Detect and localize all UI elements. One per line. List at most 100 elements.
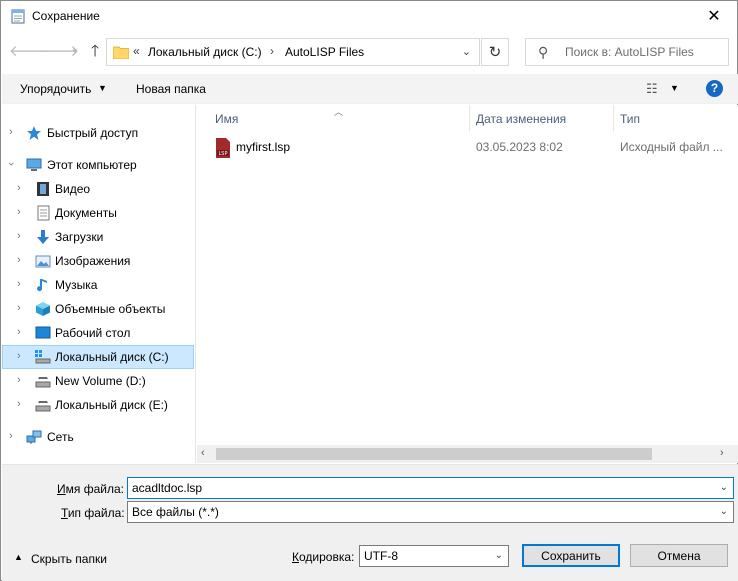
- save-dialog: Сохранение ✕ 🡐 🡒 ▾ 🡑 « Локальный диск (C…: [0, 0, 738, 581]
- network-icon: [26, 430, 42, 444]
- file-row[interactable]: LSP myfirst.lsp 03.05.2023 8:02 Исходный…: [211, 137, 731, 159]
- hide-folders-button[interactable]: Скрыть папки: [31, 552, 107, 566]
- expand-chevron-icon[interactable]: ›: [9, 430, 13, 442]
- 3d-objects-icon: [36, 302, 50, 316]
- chevron-down-icon[interactable]: ⌄: [720, 506, 728, 517]
- organize-button[interactable]: Упорядочить: [20, 82, 91, 96]
- chevron-down-icon[interactable]: ⌄: [495, 550, 503, 561]
- nav-item-label: Видео: [55, 182, 91, 196]
- expand-chevron-icon[interactable]: ›: [17, 254, 21, 266]
- documents-icon: [37, 205, 50, 221]
- column-header-name[interactable]: Имя: [215, 112, 238, 126]
- nav-item-music[interactable]: › Музыка: [2, 273, 194, 297]
- refresh-icon: ↻: [488, 44, 502, 61]
- expand-chevron-icon[interactable]: ›: [17, 230, 21, 242]
- filename-label: Имя файла:: [57, 482, 124, 496]
- refresh-button[interactable]: ↻: [481, 38, 509, 66]
- nav-item-this-pc[interactable]: › Этот компьютер: [2, 153, 194, 177]
- nav-item-label: New Volume (D:): [55, 374, 146, 388]
- filename-input[interactable]: acadltdoc.lsp ⌄: [127, 477, 734, 499]
- encoding-select[interactable]: UTF-8 ⌄: [359, 545, 509, 567]
- nav-item-pictures[interactable]: › Изображения: [2, 249, 194, 273]
- scrollbar-thumb[interactable]: [216, 448, 652, 460]
- nav-item-quick-access[interactable]: › Быстрый доступ: [2, 121, 194, 145]
- address-overflow-chevron[interactable]: «: [133, 44, 140, 58]
- address-bar[interactable]: « Локальный диск (C:) › AutoLISP Files ⌄: [106, 38, 480, 66]
- file-name: myfirst.lsp: [236, 140, 290, 154]
- expand-chevron-icon[interactable]: ›: [17, 182, 21, 194]
- nav-item-label: Сеть: [47, 430, 74, 444]
- chevron-up-icon[interactable]: ▲: [14, 552, 23, 562]
- scroll-right-icon[interactable]: ›: [720, 447, 724, 459]
- nav-item-desktop[interactable]: › Рабочий стол: [2, 321, 194, 345]
- search-input[interactable]: ⚲ Поиск в: AutoLISP Files: [525, 38, 729, 66]
- file-list: ︿ Имя Дата изменения Тип LSP myfirst.lsp…: [197, 105, 738, 463]
- expand-chevron-icon[interactable]: ›: [17, 398, 21, 410]
- cancel-button[interactable]: Отмена: [630, 544, 728, 567]
- drive-icon: [35, 401, 51, 412]
- nav-item-label: Локальный диск (C:): [55, 350, 169, 364]
- recent-locations-button[interactable]: ▾: [65, 46, 85, 57]
- encoding-value: UTF-8: [364, 549, 398, 563]
- column-divider[interactable]: [613, 105, 614, 131]
- nav-item-label: Быстрый доступ: [47, 126, 139, 140]
- drive-icon: [35, 377, 51, 388]
- view-options-chevron-icon[interactable]: ▼: [670, 83, 679, 93]
- breadcrumb-drive[interactable]: Локальный диск (C:): [148, 45, 262, 59]
- column-header-type[interactable]: Тип: [620, 112, 640, 126]
- filetype-label: Тип файла:: [61, 506, 125, 520]
- lsp-file-icon-text: LSP: [219, 151, 228, 157]
- music-icon: [37, 279, 47, 292]
- nav-item-drive-d[interactable]: › New Volume (D:): [2, 369, 194, 393]
- new-folder-button[interactable]: Новая папка: [136, 82, 206, 96]
- expand-chevron-icon[interactable]: ›: [9, 126, 13, 138]
- expand-chevron-icon[interactable]: ›: [17, 206, 21, 218]
- nav-item-label: Музыка: [55, 278, 98, 292]
- filetype-select[interactable]: Все файлы (*.*) ⌄: [127, 501, 734, 523]
- forward-button[interactable]: 🡒: [39, 41, 79, 60]
- expand-chevron-icon[interactable]: ›: [17, 326, 21, 338]
- file-date: 03.05.2023 8:02: [476, 140, 563, 154]
- expand-chevron-icon[interactable]: ›: [17, 302, 21, 314]
- encoding-label: Кодировка:: [292, 550, 355, 564]
- nav-item-drive-e[interactable]: › Локальный диск (E:): [2, 393, 194, 417]
- desktop-icon: [35, 326, 51, 339]
- back-button[interactable]: 🡐: [9, 41, 49, 60]
- nav-item-label: Документы: [55, 206, 117, 220]
- chevron-down-icon[interactable]: ▼: [98, 83, 107, 93]
- horizontal-scrollbar[interactable]: ‹ ›: [197, 445, 738, 463]
- breadcrumb-separator[interactable]: ›: [270, 44, 274, 58]
- view-details-icon[interactable]: ☷: [646, 81, 658, 97]
- nav-item-network[interactable]: › Сеть: [2, 425, 194, 449]
- expand-chevron-icon[interactable]: ›: [17, 374, 21, 386]
- nav-item-label: Объемные объекты: [55, 302, 166, 316]
- expand-chevron-icon[interactable]: ›: [17, 350, 21, 362]
- column-divider[interactable]: [469, 105, 470, 131]
- up-button[interactable]: 🡑: [85, 40, 105, 67]
- drive-icon: [35, 350, 51, 364]
- expand-chevron-icon[interactable]: ›: [17, 278, 21, 290]
- nav-item-video[interactable]: › Видео: [2, 177, 194, 201]
- nav-item-label: Изображения: [55, 254, 131, 268]
- column-header-date[interactable]: Дата изменения: [476, 112, 566, 126]
- window-title: Сохранение: [32, 9, 100, 23]
- chevron-down-icon[interactable]: ⌄: [462, 45, 471, 58]
- command-bar: Упорядочить ▼ Новая папка ☷ ▼ ?: [2, 74, 738, 104]
- title-bar: Сохранение ✕: [1, 1, 737, 31]
- close-icon: ✕: [707, 8, 721, 25]
- save-button[interactable]: Сохранить: [522, 544, 620, 567]
- nav-item-drive-c[interactable]: › Локальный диск (C:): [2, 345, 194, 369]
- breadcrumb-folder[interactable]: AutoLISP Files: [285, 45, 364, 59]
- nav-item-downloads[interactable]: › Загрузки: [2, 225, 194, 249]
- nav-item-3d-objects[interactable]: › Объемные объекты: [2, 297, 194, 321]
- nav-item-label: Рабочий стол: [55, 326, 131, 340]
- nav-item-label: Этот компьютер: [47, 158, 137, 172]
- help-button[interactable]: ?: [706, 80, 723, 97]
- scroll-left-icon[interactable]: ‹: [201, 447, 205, 459]
- nav-item-documents[interactable]: › Документы: [2, 201, 194, 225]
- chevron-down-icon[interactable]: ⌄: [720, 482, 728, 493]
- close-button[interactable]: ✕: [691, 1, 737, 31]
- folder-icon: [113, 46, 129, 59]
- collapse-chevron-icon[interactable]: ›: [5, 162, 17, 166]
- search-placeholder: Поиск в: AutoLISP Files: [565, 45, 694, 59]
